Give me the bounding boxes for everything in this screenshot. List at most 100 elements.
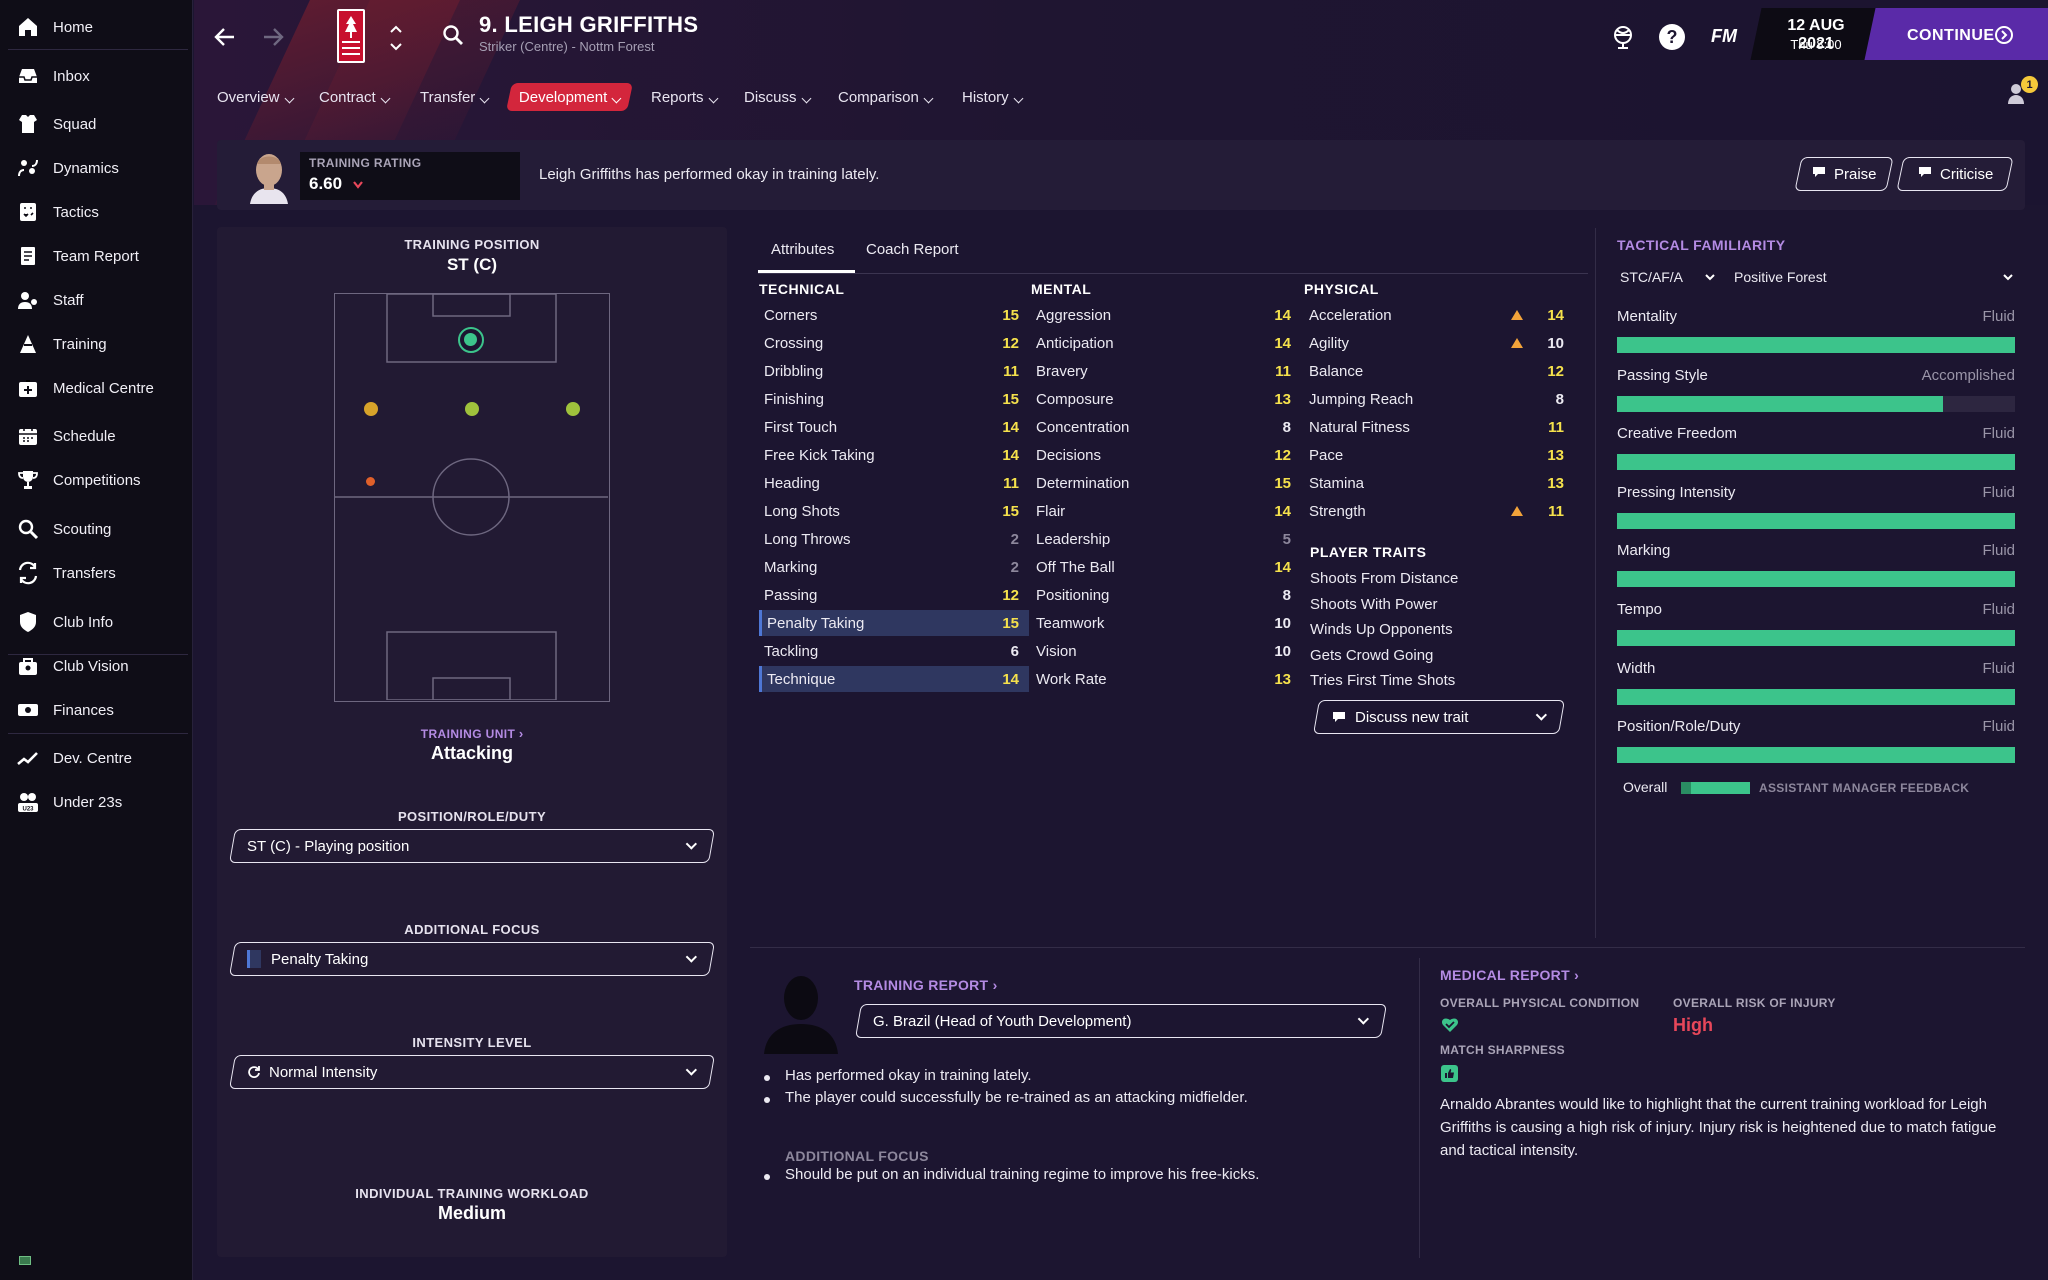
chevron-down-icon [611, 93, 622, 103]
tab-comparison[interactable]: Comparison [828, 83, 942, 111]
back-arrow-icon[interactable] [212, 24, 238, 50]
attribute-row[interactable]: Decisions 12 [1031, 442, 1301, 468]
sidebar-item-scouting[interactable]: Scouting [0, 507, 193, 551]
intensity-dropdown[interactable]: Normal Intensity [229, 1055, 715, 1089]
attribute-row[interactable]: Teamwork 10 [1031, 610, 1301, 636]
attribute-row[interactable]: Agility 10 [1304, 330, 1574, 356]
focus-dropdown[interactable]: Penalty Taking [229, 942, 715, 976]
criticise-button[interactable]: Criticise [1896, 157, 2014, 191]
sidebar-item-club-info[interactable]: Club Info [0, 600, 193, 644]
tab-development[interactable]: Development [506, 83, 634, 111]
sidebar-item-training[interactable]: Training [0, 322, 193, 366]
attribute-row[interactable]: Long Shots 15 [759, 498, 1029, 524]
attribute-row[interactable]: Work Rate 13 [1031, 666, 1301, 692]
attribute-name: Passing [764, 586, 818, 604]
pitch[interactable] [334, 293, 610, 702]
attribute-row[interactable]: Leadership 5 [1031, 526, 1301, 552]
sidebar-item-home[interactable]: Home [0, 5, 193, 49]
chevron-right-icon: › [1569, 967, 1580, 983]
attribute-row[interactable]: Heading 11 [759, 470, 1029, 496]
familiarity-label: Width [1617, 659, 1656, 677]
notifications-icon[interactable]: 1 [2006, 76, 2038, 106]
tab-reports[interactable]: Reports [641, 83, 727, 111]
attribute-value: 8 [1282, 418, 1291, 436]
network-icon[interactable] [1610, 24, 1636, 50]
sidebar-item-competitions[interactable]: Competitions [0, 458, 193, 502]
forward-arrow-icon[interactable] [260, 24, 286, 50]
attribute-row[interactable]: Bravery 11 [1031, 358, 1301, 384]
attribute-row[interactable]: Jumping Reach 8 [1304, 386, 1574, 412]
attribute-row[interactable]: Free Kick Taking 14 [759, 442, 1029, 468]
prd-dropdown[interactable]: ST (C) - Playing position [229, 829, 715, 863]
tactic-select[interactable]: Positive Forest [1734, 269, 2014, 291]
sidebar-item-tactics[interactable]: Tactics [0, 190, 193, 234]
coach-dropdown[interactable]: G. Brazil (Head of Youth Development) [855, 1004, 1387, 1038]
attribute-row[interactable]: Long Throws 2 [759, 526, 1029, 552]
attribute-row[interactable]: Flair 14 [1031, 498, 1301, 524]
sidebar-item-finances[interactable]: Finances [0, 688, 193, 732]
tactical-position-select[interactable]: STC/AF/A [1620, 269, 1720, 291]
sidebar-item-team-report[interactable]: Team Report [0, 234, 193, 278]
search-icon[interactable] [441, 23, 465, 47]
attribute-row[interactable]: Vision 10 [1031, 638, 1301, 664]
fm-menu-button[interactable]: FM [1711, 26, 1737, 47]
position-marker-amr[interactable] [566, 402, 580, 416]
position-marker-aml[interactable] [364, 402, 378, 416]
tab-coach-report[interactable]: Coach Report [866, 241, 959, 258]
medical-report-link[interactable]: MEDICAL REPORT › [1440, 967, 1579, 983]
attribute-row[interactable]: Stamina 13 [1304, 470, 1574, 496]
training-unit-link[interactable]: TRAINING UNIT › [217, 725, 727, 743]
attribute-row[interactable]: Anticipation 14 [1031, 330, 1301, 356]
familiarity-label: Mentality [1617, 308, 1678, 325]
sidebar-item-staff[interactable]: Staff [0, 278, 193, 322]
tab-history[interactable]: History [952, 83, 1032, 111]
tab-discuss[interactable]: Discuss [734, 83, 820, 111]
position-marker-st-selected[interactable] [458, 327, 484, 353]
discuss-trait-dropdown[interactable]: Discuss new trait [1313, 700, 1565, 734]
attribute-row[interactable]: Concentration 8 [1031, 414, 1301, 440]
sidebar-item-under-23s[interactable]: U23 Under 23s [0, 780, 193, 824]
attribute-row[interactable]: Natural Fitness 11 [1304, 414, 1574, 440]
attribute-row[interactable]: Penalty Taking 15 [759, 610, 1029, 636]
tab-overview[interactable]: Overview [207, 83, 303, 111]
attribute-row[interactable]: Tackling 6 [759, 638, 1029, 664]
tab-transfer[interactable]: Transfer [410, 83, 498, 111]
attribute-row[interactable]: Marking 2 [759, 554, 1029, 580]
help-icon[interactable]: ? [1659, 24, 1685, 50]
attribute-row[interactable]: Passing 12 [759, 582, 1029, 608]
attribute-row[interactable]: Strength 11 [1304, 498, 1574, 524]
position-marker-ml[interactable] [366, 477, 375, 486]
rating-label: TRAINING RATING [309, 156, 422, 170]
assistant-feedback-link[interactable]: ASSISTANT MANAGER FEEDBACK [1759, 781, 1969, 795]
praise-button[interactable]: Praise [1794, 157, 1894, 191]
sidebar-item-medical-centre[interactable]: Medical Centre [0, 366, 193, 410]
attribute-row[interactable]: Positioning 8 [1031, 582, 1301, 608]
attribute-row[interactable]: Technique 14 [759, 666, 1029, 692]
attribute-row[interactable]: Off The Ball 14 [1031, 554, 1301, 580]
attribute-row[interactable]: Acceleration 14 [1304, 302, 1574, 328]
attribute-value: 13 [1547, 474, 1564, 492]
sidebar-item-transfers[interactable]: Transfers [0, 551, 193, 595]
position-marker-amc[interactable] [465, 402, 479, 416]
tab-attributes[interactable]: Attributes [771, 241, 834, 258]
sidebar-item-dev-centre[interactable]: Dev. Centre [0, 736, 193, 780]
attribute-row[interactable]: Crossing 12 [759, 330, 1029, 356]
tab-contract[interactable]: Contract [309, 83, 399, 111]
attribute-row[interactable]: Finishing 15 [759, 386, 1029, 412]
player-switch-icon[interactable] [388, 22, 404, 54]
attribute-row[interactable]: Balance 12 [1304, 358, 1574, 384]
attribute-row[interactable]: Pace 13 [1304, 442, 1574, 468]
sidebar-item-schedule[interactable]: Schedule [0, 414, 193, 458]
attribute-row[interactable]: Determination 15 [1031, 470, 1301, 496]
attribute-row[interactable]: First Touch 14 [759, 414, 1029, 440]
training-report-link[interactable]: TRAINING REPORT › [854, 977, 998, 993]
sidebar-item-dynamics[interactable]: Dynamics [0, 146, 193, 190]
attribute-row[interactable]: Aggression 14 [1031, 302, 1301, 328]
attribute-row[interactable]: Corners 15 [759, 302, 1029, 328]
sidebar-item-inbox[interactable]: Inbox [0, 54, 193, 98]
attribute-row[interactable]: Dribbling 11 [759, 358, 1029, 384]
attribute-name: Strength [1309, 502, 1366, 520]
sidebar-item-club-vision[interactable]: Club Vision [0, 644, 193, 688]
attribute-row[interactable]: Composure 13 [1031, 386, 1301, 412]
sidebar-item-squad[interactable]: Squad [0, 102, 193, 146]
